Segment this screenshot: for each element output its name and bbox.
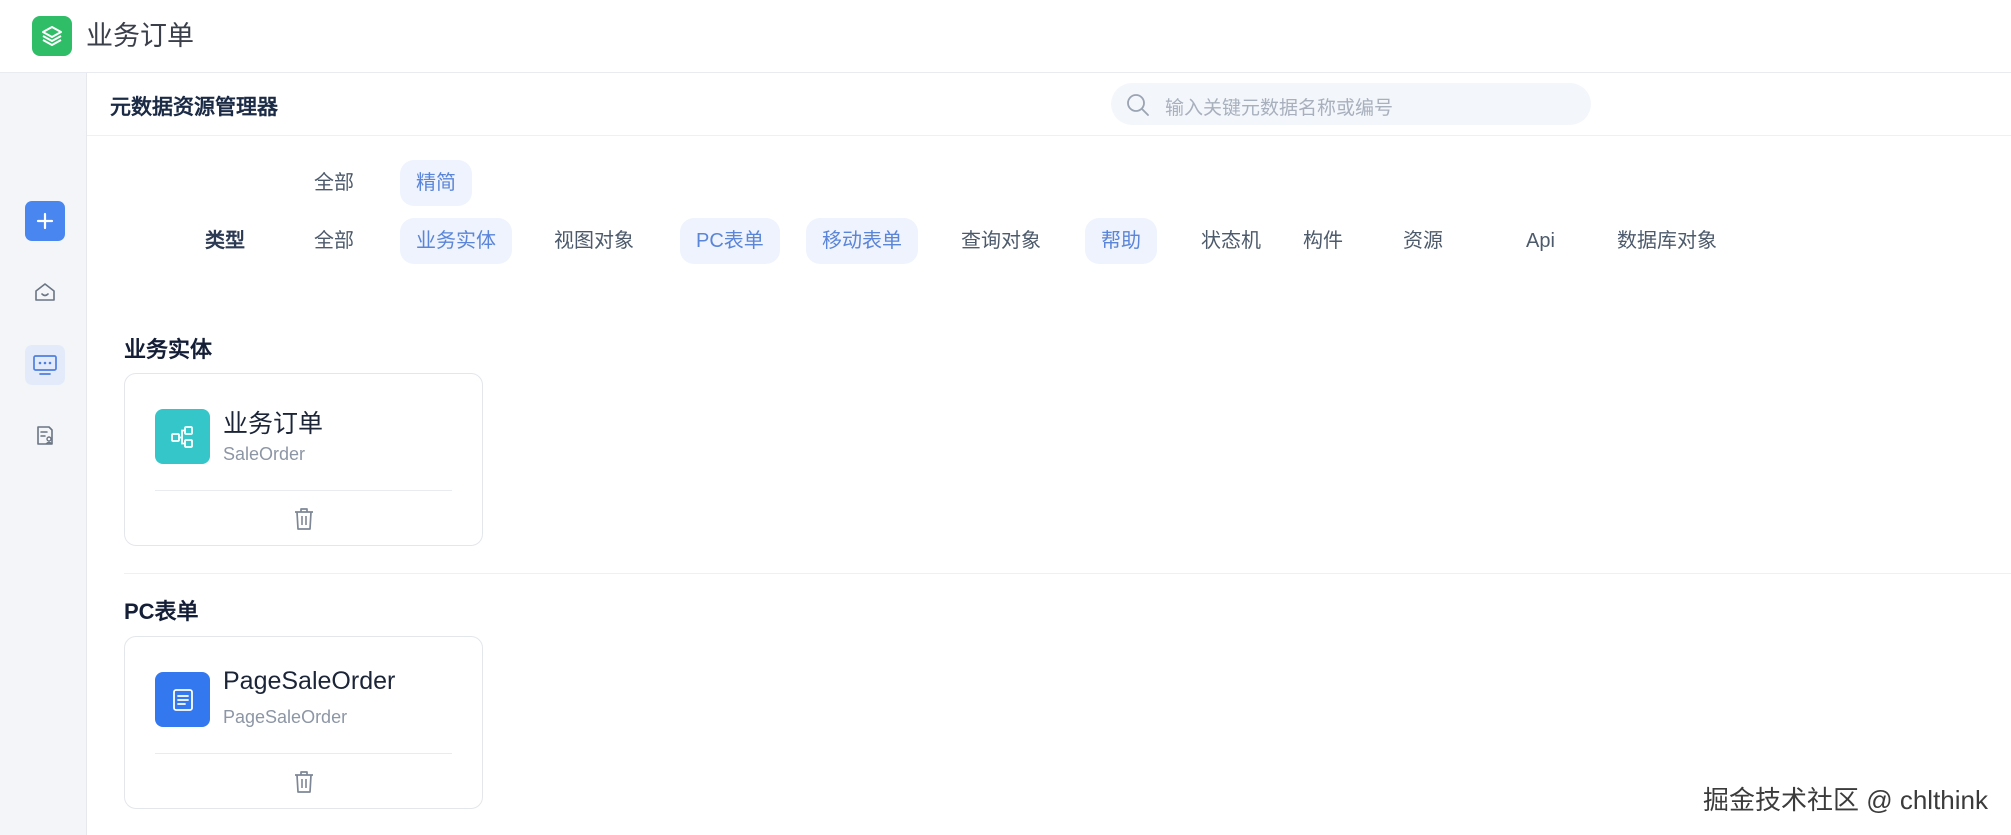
section-title-pc-form: PC表单: [124, 599, 199, 624]
card-name: 业务订单: [223, 410, 324, 438]
monitor-icon: [33, 355, 57, 375]
main-header: 元数据资源管理器 输入关键元数据名称或编号: [87, 73, 2011, 136]
search-icon: [1127, 94, 1149, 116]
filter-mode-all[interactable]: 全部: [298, 160, 370, 206]
card-code: PageSaleOrder: [223, 707, 348, 727]
metadata-card[interactable]: 业务订单 SaleOrder: [124, 373, 483, 546]
filter-type-api[interactable]: Api: [1510, 218, 1571, 264]
main-panel: 元数据资源管理器 输入关键元数据名称或编号 全部 精简 类型 全部 业务实体 视…: [87, 73, 2011, 835]
home-icon: [35, 283, 55, 301]
entity-relation-icon: [155, 409, 210, 464]
search-placeholder: 输入关键元数据名称或编号: [1165, 98, 1394, 119]
document-user-icon: [37, 426, 53, 445]
document-button[interactable]: [25, 416, 65, 456]
filter-type-pc-form[interactable]: PC表单: [680, 218, 780, 264]
filter-type-state-machine[interactable]: 状态机: [1185, 218, 1277, 264]
metadata-card[interactable]: PageSaleOrder PageSaleOrder: [124, 636, 483, 809]
add-button[interactable]: [25, 201, 65, 241]
section-title-business-entity: 业务实体: [124, 337, 213, 362]
card-name: PageSaleOrder: [223, 667, 396, 695]
filter-mode-simple[interactable]: 精简: [400, 160, 472, 206]
card-code: SaleOrder: [223, 444, 306, 464]
filter-type-component[interactable]: 构件: [1287, 218, 1359, 264]
layers-icon: [32, 16, 72, 56]
delete-button[interactable]: [290, 504, 318, 534]
form-page-icon: [155, 672, 210, 727]
type-filter-label: 类型: [205, 230, 245, 252]
filter-type-resource[interactable]: 资源: [1387, 218, 1459, 264]
section-divider: [124, 573, 2011, 574]
card-divider: [155, 490, 452, 491]
home-button[interactable]: [25, 272, 65, 312]
plus-icon: [36, 212, 54, 230]
top-bar: 业务订单: [0, 0, 2011, 73]
monitor-button[interactable]: [25, 345, 65, 385]
left-rail: [0, 73, 87, 835]
app-title: 业务订单: [86, 21, 194, 51]
filter-type-all[interactable]: 全部: [298, 218, 370, 264]
filter-type-mobile-form[interactable]: 移动表单: [806, 218, 918, 264]
card-divider: [155, 753, 452, 754]
filter-type-database-object[interactable]: 数据库对象: [1601, 218, 1733, 264]
delete-button[interactable]: [290, 767, 318, 797]
trash-icon: [295, 508, 313, 530]
search-input[interactable]: 输入关键元数据名称或编号: [1111, 83, 1591, 125]
filter-type-query-object[interactable]: 查询对象: [945, 218, 1057, 264]
watermark: 掘金技术社区 @ chlthink: [1703, 785, 1988, 815]
filter-type-view-object[interactable]: 视图对象: [538, 218, 650, 264]
filter-type-help[interactable]: 帮助: [1085, 218, 1157, 264]
filter-type-business-entity[interactable]: 业务实体: [400, 218, 512, 264]
page-title: 元数据资源管理器: [110, 96, 278, 119]
trash-icon: [295, 771, 313, 793]
